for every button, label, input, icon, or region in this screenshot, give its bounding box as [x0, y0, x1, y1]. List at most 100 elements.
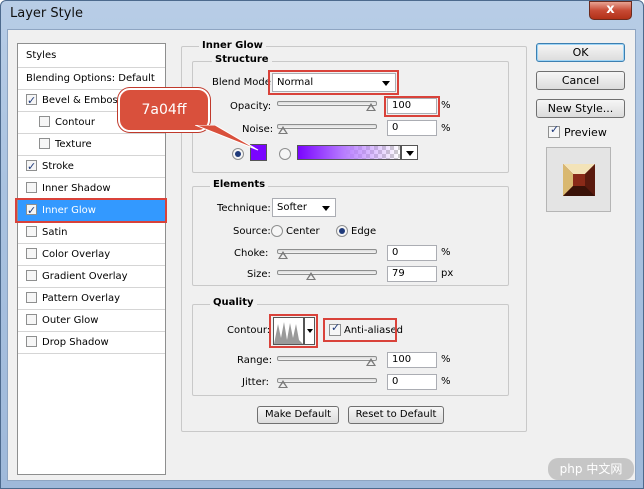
list-item-label: Blending Options: Default: [26, 73, 155, 84]
size-label: Size:: [247, 269, 271, 280]
source-edge-label: Edge: [351, 226, 377, 237]
checkbox[interactable]: [26, 226, 37, 237]
choke-label: Choke:: [234, 248, 269, 259]
checkbox[interactable]: [26, 248, 37, 259]
opacity-label: Opacity:: [230, 101, 272, 112]
checkbox[interactable]: [39, 116, 50, 127]
structure-title: Structure: [212, 54, 272, 65]
list-item-drop-shadow[interactable]: Drop Shadow: [18, 332, 165, 354]
list-item-label: Texture: [55, 139, 92, 150]
preview-checkbox[interactable]: ✓: [548, 123, 560, 138]
gradient-dropdown[interactable]: [401, 145, 418, 160]
choke-field[interactable]: 0: [387, 245, 437, 261]
list-item-label: Outer Glow: [42, 315, 99, 326]
highlight-blend-mode: [268, 70, 399, 95]
checkbox[interactable]: [26, 182, 37, 193]
checkbox[interactable]: [26, 156, 37, 178]
list-item-label: Inner Shadow: [42, 183, 111, 194]
slider-thumb[interactable]: [278, 380, 288, 389]
highlight-contour: [269, 314, 318, 348]
new-style-button[interactable]: New Style...: [536, 99, 625, 118]
technique-label: Technique:: [217, 203, 271, 214]
blend-mode-label: Blend Mode:: [212, 77, 275, 88]
size-field[interactable]: 79: [387, 266, 437, 282]
list-item-outer-glow[interactable]: Outer Glow: [18, 310, 165, 332]
jitter-slider[interactable]: [277, 378, 377, 388]
gradient-preview[interactable]: [297, 145, 401, 160]
list-item-label: Drop Shadow: [42, 337, 109, 348]
slider-thumb[interactable]: [278, 251, 288, 260]
watermark: php 中文网: [548, 458, 634, 480]
opacity-slider[interactable]: [277, 101, 377, 111]
styles-header[interactable]: Styles: [18, 44, 165, 68]
chevron-down-icon: [406, 151, 414, 156]
checkbox[interactable]: [26, 90, 37, 112]
highlight-opacity: [384, 96, 440, 117]
list-item-label: Pattern Overlay: [42, 293, 121, 304]
list-item-satin[interactable]: Satin: [18, 222, 165, 244]
panel-title: Inner Glow: [199, 40, 266, 51]
make-default-button[interactable]: Make Default: [257, 406, 339, 424]
choke-slider[interactable]: [277, 249, 377, 259]
slider-thumb[interactable]: [306, 272, 317, 281]
slider-thumb[interactable]: [366, 358, 376, 367]
source-edge-radio[interactable]: [336, 225, 348, 237]
noise-unit: %: [441, 123, 451, 134]
preview-label: Preview: [564, 126, 607, 139]
technique-select[interactable]: Softer: [272, 198, 336, 217]
opacity-unit: %: [441, 100, 451, 111]
size-slider[interactable]: [277, 270, 377, 280]
highlight-anti-aliased: [323, 318, 397, 342]
checkbox[interactable]: [26, 270, 37, 281]
gradient-radio[interactable]: [279, 148, 291, 160]
window-title: Layer Style: [10, 6, 84, 21]
list-item-stroke[interactable]: Stroke: [18, 156, 165, 178]
slider-thumb[interactable]: [366, 103, 376, 112]
checkbox[interactable]: [39, 138, 50, 149]
list-item-pattern-overlay[interactable]: Pattern Overlay: [18, 288, 165, 310]
list-item-texture[interactable]: Texture: [18, 134, 165, 156]
close-button[interactable]: x: [589, 1, 632, 20]
list-item-blending-options[interactable]: Blending Options: Default: [18, 68, 165, 90]
technique-value: Softer: [277, 202, 307, 213]
source-label: Source:: [233, 226, 271, 237]
size-unit: px: [441, 268, 454, 279]
range-unit: %: [441, 354, 451, 365]
contour-label: Contour:: [227, 325, 271, 336]
reset-default-button[interactable]: Reset to Default: [348, 406, 444, 424]
list-item-label: Gradient Overlay: [42, 271, 128, 282]
check-icon: ✓: [550, 123, 560, 136]
noise-slider[interactable]: [277, 124, 377, 134]
style-preview: [546, 147, 611, 212]
ok-button[interactable]: OK: [536, 43, 625, 62]
list-item-color-overlay[interactable]: Color Overlay: [18, 244, 165, 266]
cancel-button[interactable]: Cancel: [536, 71, 625, 90]
source-center-radio[interactable]: [271, 225, 283, 237]
range-slider[interactable]: [277, 356, 377, 366]
checkbox[interactable]: [26, 336, 37, 347]
jitter-field[interactable]: 0: [387, 374, 437, 390]
list-item-label: Color Overlay: [42, 249, 111, 260]
elements-title: Elements: [210, 179, 269, 190]
list-item-inner-shadow[interactable]: Inner Shadow: [18, 178, 165, 200]
slider-thumb[interactable]: [278, 126, 288, 135]
list-item-label: Satin: [42, 227, 68, 238]
checkbox[interactable]: [26, 314, 37, 325]
range-field[interactable]: 100: [387, 352, 437, 368]
list-item-label: Contour: [55, 117, 95, 128]
choke-unit: %: [441, 247, 451, 258]
list-item-label: Bevel & Emboss: [42, 95, 123, 106]
checkbox[interactable]: [26, 292, 37, 303]
quality-title: Quality: [210, 297, 257, 308]
list-item-label: Stroke: [42, 161, 74, 172]
list-item-gradient-overlay[interactable]: Gradient Overlay: [18, 266, 165, 288]
chevron-down-icon: [322, 206, 330, 211]
jitter-unit: %: [441, 376, 451, 387]
preview-swatch-icon: [563, 164, 595, 196]
range-label: Range:: [237, 355, 273, 366]
callout-pointer: [195, 125, 259, 151]
source-center-label: Center: [286, 226, 320, 237]
highlight-inner-glow: [15, 198, 167, 223]
jitter-label: Jitter:: [242, 377, 270, 388]
noise-field[interactable]: 0: [387, 120, 437, 136]
